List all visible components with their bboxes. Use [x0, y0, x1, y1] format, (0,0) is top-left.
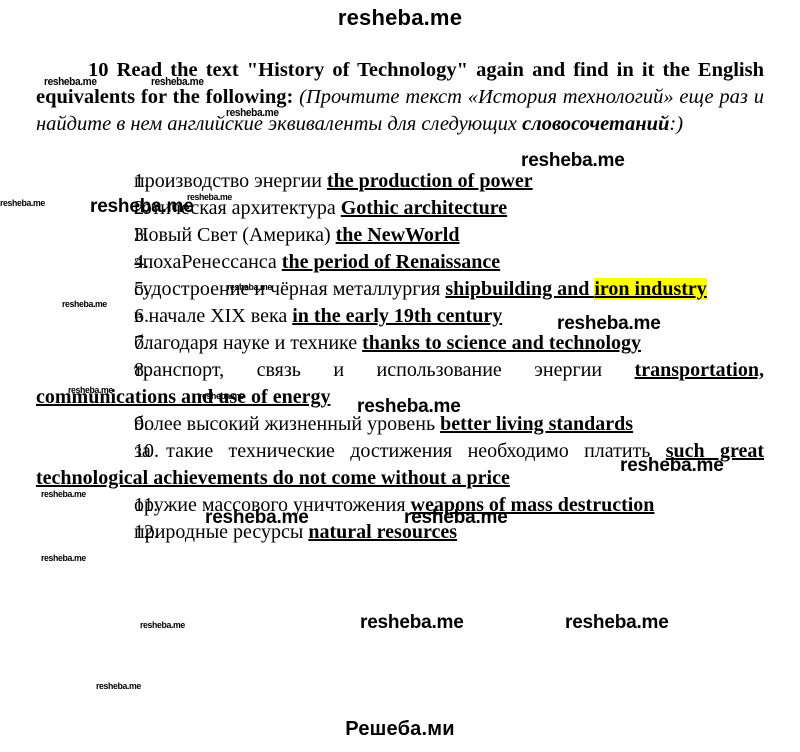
task-instruction: 10 Read the text "History of Technology"… — [36, 57, 764, 138]
list-item: 2.готическая архитектура Gothic architec… — [36, 195, 764, 222]
list-item-number: 12. — [134, 521, 159, 543]
list-item-number: 8. — [134, 359, 149, 381]
list-item-number: 5. — [134, 278, 149, 300]
list-item-russian: производство энергии — [134, 170, 327, 192]
list-item: 8.транспорт, связь и использование энерг… — [36, 357, 764, 411]
list-item: 10.за такие технические достижения необх… — [36, 438, 764, 492]
list-item-russian: Новый Свет (Америка) — [134, 224, 336, 246]
list-item-russian: за такие технические достижения необходи… — [134, 440, 666, 462]
list-item: 1.производство энергии the production of… — [36, 168, 764, 195]
list-item-english-answer: the production of power — [326, 170, 533, 192]
list-item-number: 10. — [134, 440, 159, 462]
list-item: 9.более высокий жизненный уровень better… — [36, 411, 764, 438]
list-item-russian: транспорт, связь и использование энергии — [134, 359, 635, 381]
list-item-english-answer: weapons of mass destruction — [410, 494, 655, 516]
watermark: resheba.me — [41, 553, 86, 564]
watermark: resheba.me — [96, 681, 141, 692]
list-item-russian: оружие массового уничтожения — [134, 494, 411, 516]
list-item: 7.благодаря науке и технике thanks to sc… — [36, 330, 764, 357]
instruction-ru-line3: эквиваленты для следующих — [268, 113, 517, 135]
watermark: resheba.me — [360, 612, 464, 633]
instruction-ru-line1: Прочтите текст — [306, 86, 462, 108]
watermark: resheba.me — [565, 612, 669, 633]
list-item-number: 2. — [134, 197, 149, 219]
site-header-watermark: resheba.me — [337, 5, 463, 30]
exercise-block: 10 Read the text "History of Technology"… — [36, 57, 764, 138]
list-item-russian: более высокий жизненный уровень — [134, 413, 441, 435]
list-item-number: 11. — [134, 494, 159, 516]
instruction-ru-keyword: словосочетаний — [522, 113, 670, 135]
list-item-russian: благодаря науке и технике — [134, 332, 363, 354]
list-item-english-answer: thanks to science and technology — [362, 332, 642, 354]
instruction-ru-open: ( — [299, 86, 306, 108]
list-item-number: 6. — [134, 305, 149, 327]
list-item-english-answer: the period of Renaissance — [281, 251, 501, 273]
instruction-en-line1: Read the text "History of Technology" ag… — [116, 59, 655, 81]
list-item-english-answer-highlighted: iron industry — [594, 278, 707, 300]
list-item-english-answer: Gothic architecture — [340, 197, 508, 219]
list-item-russian: эпохаРенессанса — [134, 251, 282, 273]
list-item-russian: готическая архитектура — [134, 197, 341, 219]
list-item-russian: в начале XIX века — [134, 305, 293, 327]
list-item-english-answer: better living standards — [440, 413, 634, 435]
list-item-english-answer: shipbuilding and — [445, 278, 595, 300]
list-item-number: 3. — [134, 224, 149, 246]
list-item-english-answer: in the early 19th century — [292, 305, 503, 327]
list-item-russian: судостроение и чёрная металлургия — [134, 278, 446, 300]
list-item-number: 9. — [134, 413, 149, 435]
list-item: 6.в начале XIX века in the early 19th ce… — [36, 303, 764, 330]
list-item-english-answer: natural resources — [308, 521, 458, 543]
list-item: 5.судостроение и чёрная металлургия ship… — [36, 276, 764, 303]
list-item-russian: природные ресурсы — [134, 521, 309, 543]
list-item-number: 1. — [134, 170, 149, 192]
list-item-english-answer: the NewWorld — [335, 224, 460, 246]
watermark: resheba.me — [140, 620, 185, 631]
list-item-number: 4. — [134, 251, 149, 273]
list-item: 11.оружие массового уничтожения weapons … — [36, 492, 764, 519]
equivalents-list: 1.производство энергии the production of… — [36, 168, 764, 546]
list-item: 3.Новый Свет (Америка) the NewWorld — [36, 222, 764, 249]
exercise-number: 10 — [88, 59, 109, 81]
list-item-number: 7. — [134, 332, 149, 354]
list-item: 4.эпохаРенессанса the period of Renaissa… — [36, 249, 764, 276]
instruction-ru-close: :) — [669, 113, 684, 135]
list-item: 12.природные ресурсы natural resources — [36, 519, 764, 546]
site-footer-watermark: Решеба.ми — [345, 718, 455, 740]
